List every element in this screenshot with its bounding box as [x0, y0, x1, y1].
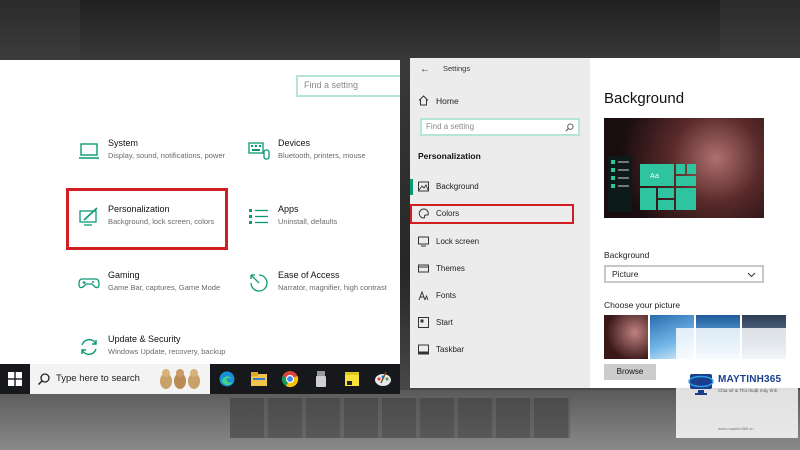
nav-item-label: Start — [436, 318, 453, 327]
nav-item-start[interactable]: Start — [418, 315, 578, 331]
file-explorer-icon[interactable] — [250, 370, 268, 388]
edge-icon[interactable] — [218, 370, 236, 388]
logo-website: www.maytinh365.vn — [718, 426, 754, 431]
paint-icon[interactable] — [374, 370, 392, 388]
usb-icon[interactable] — [312, 370, 330, 388]
browse-button[interactable]: Browse — [604, 364, 656, 380]
ease-of-access-icon — [250, 274, 268, 292]
taskbar-search-box[interactable]: Type here to search — [30, 364, 210, 394]
category-title: Devices — [278, 138, 311, 148]
personalization-highlight-box — [66, 188, 228, 250]
category-subtitle: Bluetooth, printers, mouse — [278, 151, 366, 160]
taskbar-icon — [418, 344, 429, 355]
category-gaming[interactable]: Gaming Game Bar, captures, Game Mode — [78, 270, 238, 316]
category-system[interactable]: System Display, sound, notifications, po… — [78, 138, 238, 184]
windows-start-icon[interactable] — [8, 372, 22, 386]
nav-item-label: Background — [436, 182, 479, 191]
keyboard-icon — [248, 142, 270, 160]
lock-screen-icon — [418, 236, 429, 247]
settings-nav-pane: ← Settings Home Find a setting Personali… — [410, 58, 590, 388]
laptop-icon — [79, 143, 99, 159]
themes-icon — [418, 264, 429, 273]
nav-search-placeholder: Find a setting — [426, 122, 475, 131]
category-apps[interactable]: Apps Uninstall, defaults — [248, 204, 400, 250]
settings-search-input[interactable]: Find a setting — [296, 75, 400, 97]
category-subtitle: Game Bar, captures, Game Mode — [108, 283, 221, 292]
search-highlight-art-icon — [160, 369, 200, 389]
category-title: Gaming — [108, 270, 140, 280]
nav-item-label: Taskbar — [436, 345, 465, 354]
picture-thumbnail[interactable] — [604, 315, 648, 359]
home-icon — [418, 95, 429, 106]
category-ease-of-access[interactable]: Ease of Access Narrator, magnifier, high… — [248, 270, 400, 316]
nav-selected-indicator — [410, 179, 413, 195]
background-type-dropdown[interactable]: Picture — [604, 265, 764, 283]
category-devices[interactable]: Devices Bluetooth, printers, mouse — [248, 138, 400, 184]
image-icon — [418, 181, 429, 192]
colors-highlight-box — [410, 204, 574, 224]
category-title: Ease of Access — [278, 270, 340, 280]
category-subtitle: Narrator, magnifier, high contrast — [278, 283, 387, 292]
taskbar: Type here to search — [0, 364, 400, 394]
settings-home-panel: Find a setting System Display, sound, no… — [0, 60, 400, 364]
background-type-value: Picture — [612, 269, 639, 279]
preview-sidebar-icon — [608, 156, 632, 212]
preview-tile-text: Aa — [650, 172, 659, 180]
category-subtitle: Display, sound, notifications, power — [108, 151, 226, 160]
laptop-lid — [80, 0, 720, 62]
fonts-icon — [418, 290, 429, 301]
taskbar-search-text: Type here to search — [56, 373, 140, 384]
category-subtitle: Uninstall, defaults — [278, 217, 338, 226]
sticky-notes-icon[interactable] — [343, 370, 361, 388]
category-subtitle: Windows Update, recovery, backup — [108, 347, 226, 356]
category-title: Update & Security — [108, 334, 181, 344]
gamepad-icon — [78, 278, 100, 289]
chevron-down-icon — [747, 272, 756, 278]
monitor-globe-icon — [688, 374, 714, 395]
sync-icon — [81, 338, 97, 356]
nav-item-themes[interactable]: Themes — [418, 261, 578, 277]
window-title: Settings — [443, 64, 471, 73]
search-icon — [37, 373, 50, 386]
nav-item-label: Fonts — [436, 291, 457, 300]
background-label: Background — [604, 250, 650, 260]
start-icon — [418, 317, 429, 328]
nav-item-fonts[interactable]: Fonts — [418, 288, 578, 304]
nav-item-background[interactable]: Background — [418, 179, 578, 195]
back-arrow-icon[interactable]: ← — [420, 64, 430, 75]
search-icon — [565, 123, 574, 132]
category-title: System — [108, 138, 139, 148]
nav-item-label: Themes — [436, 264, 465, 273]
maytinh365-logo: MAYTINH365 Chia sẻ & Thủ thuật máy tính … — [676, 328, 798, 438]
category-title: Apps — [278, 204, 299, 214]
page-title: Background — [604, 90, 685, 107]
apps-list-icon — [249, 209, 268, 224]
category-update-security[interactable]: Update & Security Windows Update, recove… — [78, 334, 238, 364]
nav-search-input[interactable]: Find a setting — [420, 118, 580, 136]
nav-item-label: Lock screen — [436, 237, 480, 246]
background-preview: Aa — [604, 118, 764, 218]
chrome-icon[interactable] — [281, 370, 299, 388]
logo-tagline: Chia sẻ & Thủ thuật máy tính — [718, 388, 778, 393]
logo-name: MAYTINH365 — [718, 374, 782, 385]
nav-home-label: Home — [436, 96, 459, 106]
choose-picture-label: Choose your picture — [604, 300, 681, 310]
nav-section-title: Personalization — [418, 151, 481, 161]
nav-item-lock-screen[interactable]: Lock screen — [418, 234, 578, 250]
nav-item-taskbar[interactable]: Taskbar — [418, 342, 578, 358]
preview-tiles-icon: Aa — [640, 164, 696, 210]
